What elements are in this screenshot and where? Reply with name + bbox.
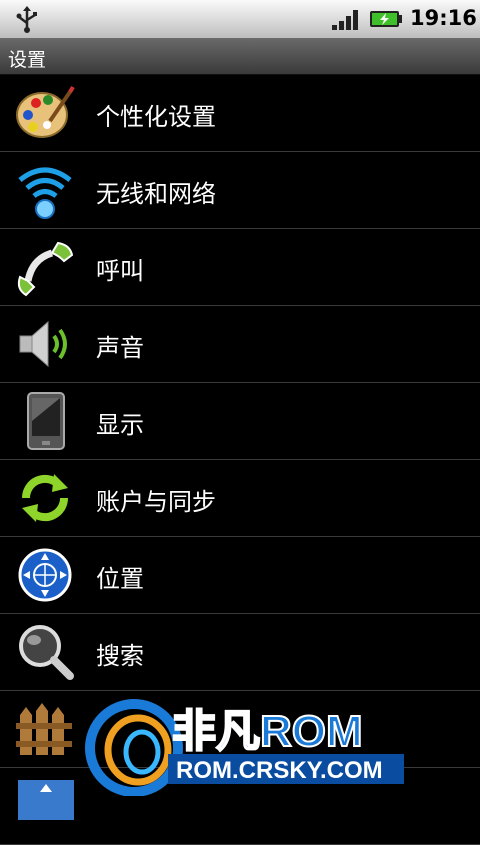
watermark-brand: 非凡ROM	[172, 707, 363, 756]
status-time: 19:16	[410, 6, 477, 30]
settings-item-call[interactable]: 呼叫	[0, 229, 480, 306]
location-icon	[18, 548, 72, 602]
fence-icon	[16, 703, 72, 755]
title-bar: 设置	[0, 38, 480, 75]
settings-item-label: 位置	[96, 565, 144, 593]
battery-charging-icon	[370, 11, 402, 27]
status-bar: 19:16	[0, 0, 480, 38]
settings-item-personalize[interactable]: 个性化设置	[0, 75, 480, 152]
settings-item-label: 个性化设置	[96, 103, 216, 131]
settings-item-label: 无线和网络	[96, 180, 216, 208]
display-icon	[27, 392, 65, 450]
speaker-icon	[19, 320, 67, 368]
settings-item-display[interactable]: 显示	[0, 383, 480, 460]
settings-item-label: 账户与同步	[96, 488, 216, 516]
sync-icon	[21, 474, 69, 522]
settings-item-accounts-sync[interactable]: 账户与同步	[0, 460, 480, 537]
settings-item-label: 显示	[96, 411, 144, 439]
phone-icon	[17, 241, 74, 297]
settings-item-search[interactable]: 搜索	[0, 614, 480, 691]
page-title: 设置	[8, 49, 47, 71]
usb-icon	[16, 6, 37, 33]
settings-item-location[interactable]: 位置	[0, 537, 480, 614]
settings-item-label: 搜索	[96, 642, 144, 670]
settings-item-sound[interactable]: 声音	[0, 306, 480, 383]
signal-icon	[332, 10, 358, 30]
app-icon	[18, 780, 74, 820]
settings-item-label: 呼叫	[96, 257, 144, 285]
watermark-logo: 非凡ROM ROM.CRSKY.COM	[85, 699, 404, 796]
wifi-icon	[18, 167, 72, 219]
settings-item-wireless[interactable]: 无线和网络	[0, 152, 480, 229]
palette-icon	[16, 85, 75, 138]
watermark-url: ROM.CRSKY.COM	[176, 757, 383, 784]
settings-item-label: 声音	[96, 334, 144, 362]
search-icon	[19, 625, 74, 680]
